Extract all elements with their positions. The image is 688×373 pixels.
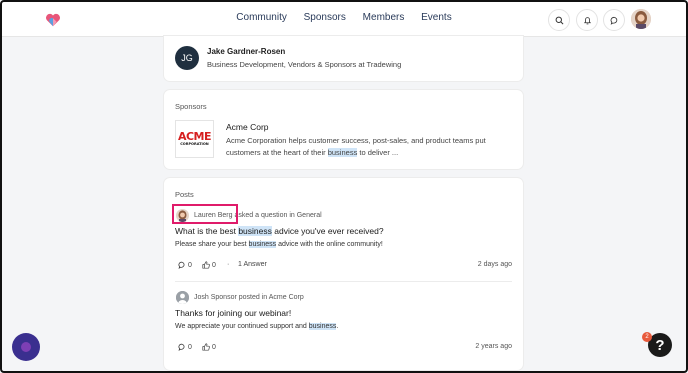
member-role: Business Development, Vendors & Sponsors…: [207, 60, 402, 69]
search-term-highlight: business: [308, 323, 337, 330]
post-action: posted in Acme Corp: [236, 294, 304, 301]
post-title[interactable]: What is the best business advice you've …: [175, 226, 384, 236]
post-body-end: advice with the online community!: [276, 241, 383, 248]
like-count[interactable]: 0: [202, 261, 216, 269]
comment-icon: [178, 343, 185, 351]
sponsors-card: Sponsors ACME CORPORATION Acme Corp Acme…: [164, 90, 523, 169]
top-header: Community Sponsors Members Events: [2, 2, 686, 37]
post-time: 2 days ago: [477, 261, 512, 268]
member-avatar: JG: [175, 46, 199, 70]
post-title-end: advice you've ever received?: [271, 226, 384, 236]
post-time: 2 years ago: [475, 343, 512, 350]
post-body-start: We appreciate your continued support and: [175, 323, 309, 330]
user-photo-icon: [631, 9, 651, 29]
author-name[interactable]: Josh Sponsor: [194, 294, 237, 301]
member-name[interactable]: Jake Gardner-Rosen: [207, 47, 285, 56]
messages-button[interactable]: [603, 9, 625, 31]
like-count-value: 0: [212, 343, 216, 351]
comment-count[interactable]: 0: [178, 261, 192, 269]
comment-icon: [178, 261, 185, 269]
like-count[interactable]: 0: [202, 343, 216, 351]
chat-bubble-icon: [610, 16, 617, 25]
annotation-highlight-box: [172, 204, 238, 224]
default-user-icon: [176, 291, 189, 304]
post-body: Please share your best business advice w…: [175, 241, 383, 248]
comment-count-value: 0: [188, 261, 192, 269]
nav-members[interactable]: Members: [363, 12, 405, 23]
sponsors-label: Sponsors: [175, 102, 207, 111]
acme-logo-word: ACME: [177, 129, 212, 143]
chat-widget-button[interactable]: [12, 333, 40, 361]
sponsor-desc-end: to deliver ...: [357, 148, 399, 157]
bell-icon: [583, 16, 591, 24]
member-card[interactable]: JG Jake Gardner-Rosen Business Developme…: [164, 36, 523, 81]
acme-logo-sub: CORPORATION: [180, 141, 209, 146]
comment-count[interactable]: 0: [178, 343, 192, 351]
help-notification-badge: 2: [642, 332, 652, 342]
post-divider: [175, 281, 512, 282]
chat-widget-icon: [21, 342, 31, 352]
post-body-start: Please share your best: [175, 241, 249, 248]
thumbs-up-icon: [202, 343, 210, 351]
author-avatar[interactable]: [176, 291, 189, 304]
nav-events[interactable]: Events: [421, 12, 452, 23]
comment-count-value: 0: [188, 343, 192, 351]
post-action: asked a question in General: [232, 212, 322, 219]
nav-community[interactable]: Community: [236, 12, 287, 23]
acme-logo[interactable]: ACME CORPORATION: [175, 120, 214, 158]
sponsor-name[interactable]: Acme Corp: [226, 122, 269, 132]
search-term-highlight: business: [327, 148, 358, 157]
user-avatar[interactable]: [631, 9, 651, 29]
search-term-highlight: business: [248, 241, 277, 248]
search-button[interactable]: [548, 9, 570, 31]
separator-dot: ·: [227, 261, 230, 268]
post-body: We appreciate your continued support and…: [175, 323, 338, 330]
sponsor-desc-line2: customers at the heart of their: [226, 148, 328, 157]
post-title-start: What is the best: [175, 226, 239, 236]
notifications-button[interactable]: [576, 9, 598, 31]
answer-count[interactable]: 1 Answer: [238, 261, 267, 268]
post-title[interactable]: Thanks for joining our webinar!: [175, 308, 291, 318]
posts-label: Posts: [175, 190, 194, 199]
nav-sponsors[interactable]: Sponsors: [304, 12, 346, 23]
search-icon: [555, 16, 563, 24]
like-count-value: 0: [212, 261, 216, 269]
sponsor-description: Acme Corporation helps customer success,…: [226, 135, 516, 159]
search-term-highlight: business: [238, 226, 272, 236]
sponsor-desc-line1: Acme Corporation helps customer success,…: [226, 136, 486, 145]
post-meta: Josh Sponsor posted in Acme Corp: [194, 294, 304, 301]
post-body-end: .: [336, 323, 339, 330]
thumbs-up-icon: [202, 261, 210, 269]
